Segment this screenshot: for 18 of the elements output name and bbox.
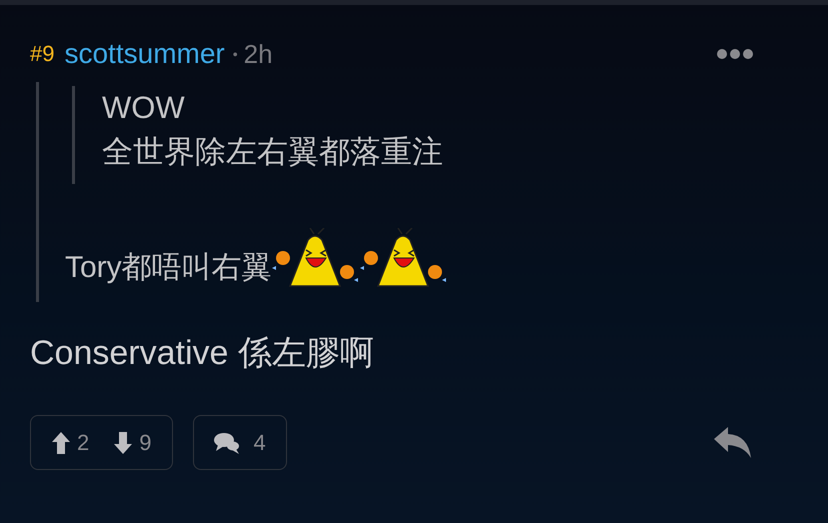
up-arrow-icon — [51, 430, 71, 454]
quote-line: WOW — [102, 89, 186, 127]
quote-text: Tory都唔叫右翼 — [65, 250, 272, 286]
post-number: #9 — [30, 41, 54, 67]
downvote-button[interactable]: 9 — [113, 430, 152, 456]
laughing-sticker-icon — [358, 228, 448, 288]
post-time: 2h — [244, 38, 273, 70]
post-body: Conservative 係左膠啊 — [30, 333, 375, 374]
comments-button[interactable]: 4 — [192, 415, 287, 470]
laughing-sticker-icon — [270, 228, 360, 288]
down-arrow-icon — [113, 430, 134, 454]
quote-line: 全世界除左右翼都落重注 — [102, 133, 444, 171]
author-link[interactable]: scottsummer — [64, 38, 225, 70]
separator-dot: • — [232, 46, 238, 62]
reply-icon[interactable] — [714, 426, 752, 458]
more-icon[interactable] — [716, 48, 754, 60]
speech-bubbles-icon — [214, 432, 240, 454]
upvote-button[interactable]: 2 — [51, 430, 90, 456]
